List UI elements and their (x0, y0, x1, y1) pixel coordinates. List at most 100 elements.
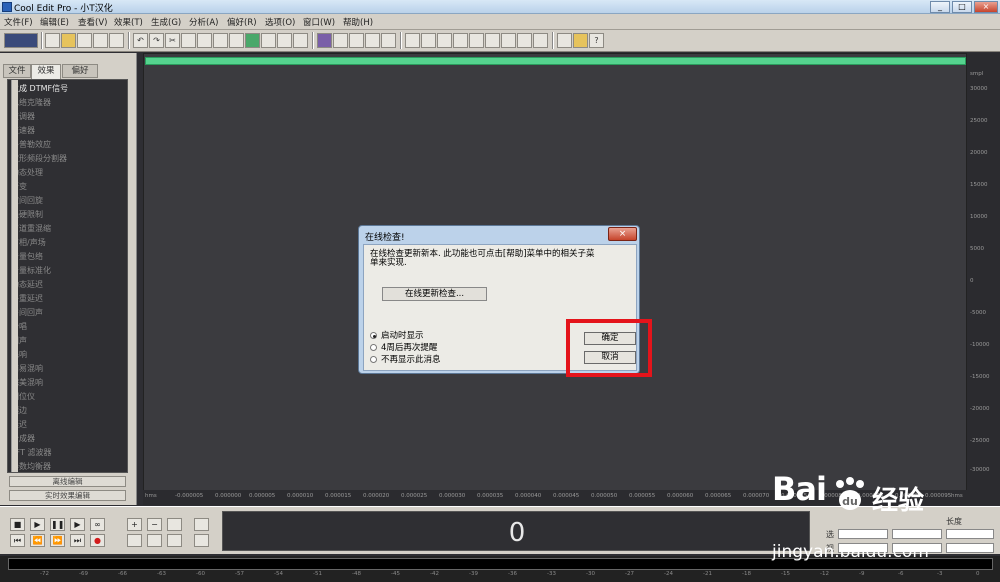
view-length-field[interactable] (946, 543, 994, 553)
zoom-selection-icon[interactable] (167, 534, 182, 547)
zoom-out-icon[interactable]: − (147, 518, 162, 531)
pause-icon[interactable]: ❚❚ (50, 518, 65, 531)
amplitude-tick: 5000 (970, 246, 984, 252)
zoom-right-icon[interactable] (147, 534, 162, 547)
display-icon[interactable] (421, 33, 436, 48)
multitrack-toggle-icon[interactable] (4, 33, 38, 48)
menu-bar: 文件(F) 编辑(E) 查看(V) 效果(T) 生成(G) 分析(A) 偏好(R… (0, 14, 1000, 30)
radio-icon (370, 344, 377, 351)
radio-never-show[interactable]: 不再显示此消息 (370, 353, 441, 365)
copy-icon[interactable] (181, 33, 196, 48)
rewind-icon[interactable]: ⏪ (30, 534, 45, 547)
save-icon[interactable] (93, 33, 108, 48)
silence-icon[interactable] (293, 33, 308, 48)
meter-tick: -33 (547, 571, 556, 577)
panel-icon[interactable] (437, 33, 452, 48)
meter-tick: -69 (79, 571, 88, 577)
meter-tick: -27 (625, 571, 634, 577)
undo-icon[interactable]: ↶ (133, 33, 148, 48)
clipboard-icon[interactable] (261, 33, 276, 48)
list-scrollbar[interactable] (11, 80, 18, 472)
trim-icon[interactable] (245, 33, 260, 48)
meter-tick: -18 (742, 571, 751, 577)
meter-tick: -45 (391, 571, 400, 577)
amplitude-tick: 15000 (970, 182, 988, 188)
batch-icon[interactable] (573, 33, 588, 48)
menu-analyze[interactable]: 分析(A) (189, 16, 218, 28)
paste-icon[interactable] (197, 33, 212, 48)
meter-tick: -66 (118, 571, 127, 577)
tab-files[interactable]: 文件 (3, 64, 31, 78)
delete-icon[interactable] (277, 33, 292, 48)
zoom-window-icon[interactable] (469, 33, 484, 48)
menu-edit[interactable]: 编辑(E) (40, 16, 69, 28)
time-tick: 0.000060 (667, 493, 694, 499)
tab-favorites[interactable]: 偏好 (62, 64, 98, 78)
zoom-in-icon[interactable]: + (127, 518, 142, 531)
menu-favorites[interactable]: 偏好(R) (227, 16, 257, 28)
menu-window[interactable]: 窗口(W) (303, 16, 335, 28)
info-icon[interactable] (517, 33, 532, 48)
overview-bar[interactable] (145, 57, 966, 65)
meter-tick: -24 (664, 571, 673, 577)
watermark-bai: Bai (772, 470, 827, 508)
open-file-icon[interactable] (61, 33, 76, 48)
stop-icon[interactable]: ■ (10, 518, 25, 531)
online-update-button[interactable]: 在线更新检查... (382, 287, 487, 301)
help-icon[interactable]: ? (589, 33, 604, 48)
tab-effects[interactable]: 效果 (31, 64, 61, 79)
amplitude-tick: 25000 (970, 118, 988, 124)
playlist-icon[interactable] (501, 33, 516, 48)
menu-generate[interactable]: 生成(G) (151, 16, 181, 28)
zoom-full-icon[interactable] (167, 518, 182, 531)
save-as-icon[interactable] (109, 33, 124, 48)
frequency-icon[interactable] (453, 33, 468, 48)
maximize-button[interactable]: □ (952, 1, 972, 13)
radio-show-on-startup[interactable]: 启动时显示 (370, 329, 424, 341)
new-file-icon[interactable] (45, 33, 60, 48)
menu-effects[interactable]: 效果(T) (114, 16, 143, 28)
menu-options[interactable]: 选项(O) (265, 16, 295, 28)
menu-file[interactable]: 文件(F) (4, 16, 33, 28)
selection-length-field[interactable] (946, 529, 994, 539)
play-to-end-icon[interactable]: ▶ (70, 518, 85, 531)
amplitude-tick: 0 (970, 278, 974, 284)
window-icon[interactable] (405, 33, 420, 48)
list-view-icon[interactable] (381, 33, 396, 48)
paste-new-icon[interactable] (213, 33, 228, 48)
menu-view[interactable]: 查看(V) (78, 16, 107, 28)
cue-list-icon[interactable] (485, 33, 500, 48)
play-icon[interactable]: ▶ (30, 518, 45, 531)
settings-icon[interactable] (533, 33, 548, 48)
list-item[interactable]: 波形频段分割器 (11, 153, 67, 164)
dialog-close-icon[interactable]: × (608, 227, 637, 241)
zoom-vertical-in-icon[interactable] (194, 518, 209, 531)
spectral-view-icon[interactable] (317, 33, 332, 48)
zoom-left-icon[interactable] (127, 534, 142, 547)
table-view-icon[interactable] (365, 33, 380, 48)
highlight-box (566, 319, 652, 377)
offline-edit-button[interactable]: 离线编辑 (9, 476, 126, 487)
radio-remind-4-weeks[interactable]: 4周后再次提醒 (370, 341, 437, 353)
go-to-end-icon[interactable]: ⏭ (70, 534, 85, 547)
time-unit: hms (951, 493, 963, 499)
minimize-button[interactable]: _ (930, 1, 950, 13)
loop-icon[interactable]: ∞ (90, 518, 105, 531)
amplitude-tick: 20000 (970, 150, 988, 156)
scripts-icon[interactable] (557, 33, 572, 48)
grid-view-icon[interactable] (349, 33, 364, 48)
cut-icon[interactable]: ✂ (165, 33, 180, 48)
close-file-icon[interactable] (77, 33, 92, 48)
fast-forward-icon[interactable]: ⏩ (50, 534, 65, 547)
realtime-edit-button[interactable]: 实时效果编辑 (9, 490, 126, 501)
redo-icon[interactable]: ↷ (149, 33, 164, 48)
close-window-button[interactable]: × (974, 1, 998, 13)
meter-tick: -72 (40, 571, 49, 577)
zoom-vertical-out-icon[interactable] (194, 534, 209, 547)
record-icon[interactable]: ● (90, 534, 105, 547)
mix-paste-icon[interactable] (229, 33, 244, 48)
go-to-start-icon[interactable]: ⏮ (10, 534, 25, 547)
waveform-view-icon[interactable] (333, 33, 348, 48)
list-item[interactable]: 生成 DTMF信号 (11, 83, 68, 94)
menu-help[interactable]: 帮助(H) (343, 16, 373, 28)
